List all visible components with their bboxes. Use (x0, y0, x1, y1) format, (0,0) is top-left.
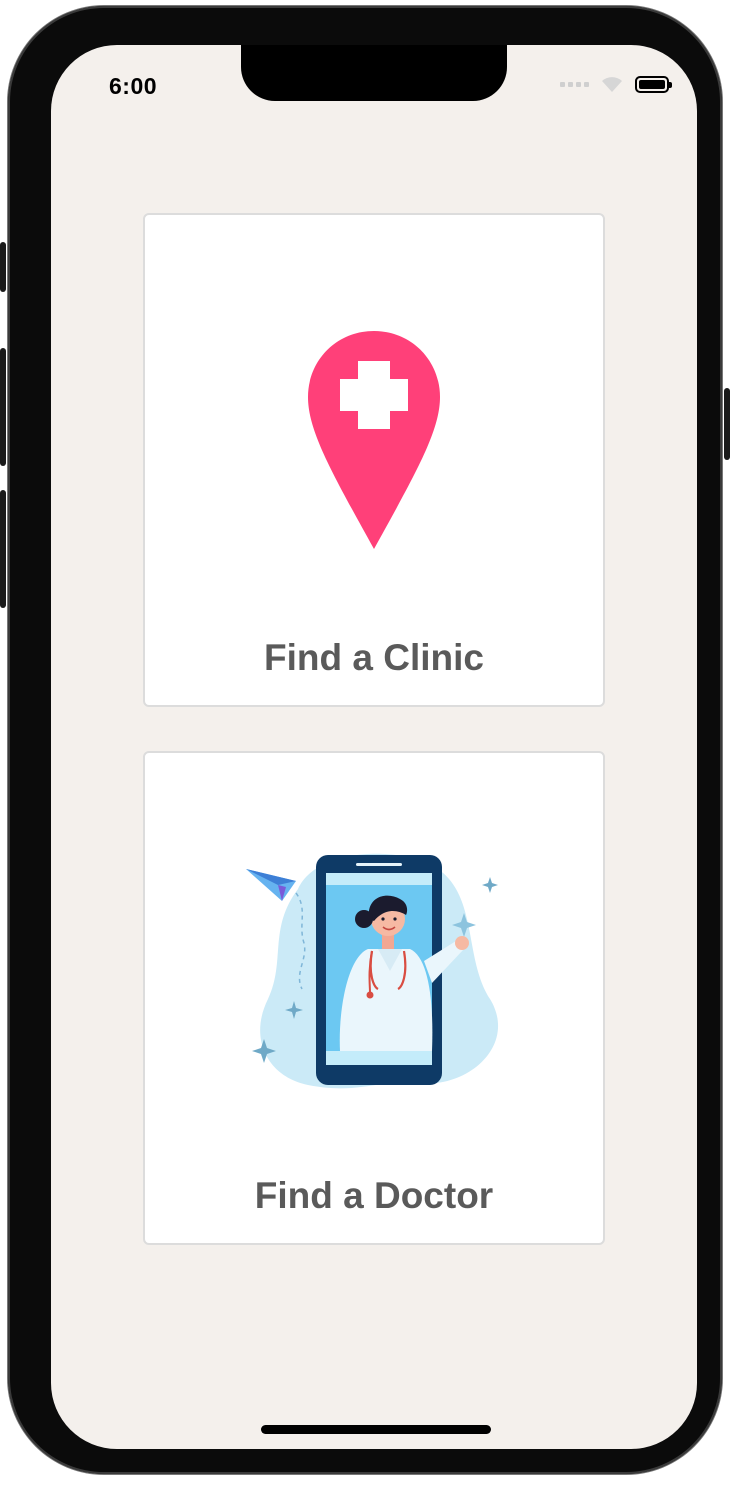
cellular-signal-icon (560, 81, 589, 87)
volume-down-button (0, 490, 6, 608)
map-pin-medical-cross-icon (308, 331, 440, 549)
phone-frame: 6:00 Find a Clinic Find a Doctor (0, 6, 730, 1474)
find-doctor-card[interactable]: Find a Doctor (143, 751, 605, 1245)
status-indicators (560, 75, 672, 93)
volume-up-button (0, 348, 6, 466)
app-screen: 6:00 Find a Clinic Find a Doctor (51, 45, 697, 1449)
home-indicator[interactable] (261, 1425, 491, 1434)
find-clinic-label: Find a Clinic (264, 637, 484, 678)
wifi-icon (602, 77, 622, 92)
doctor-on-phone-illustration (246, 853, 499, 1089)
battery-icon (635, 75, 672, 93)
find-clinic-card[interactable]: Find a Clinic (143, 213, 605, 707)
power-button (724, 388, 730, 460)
notch (241, 45, 507, 101)
status-time: 6:00 (109, 73, 158, 99)
mute-switch (0, 242, 6, 292)
find-doctor-label: Find a Doctor (254, 1175, 494, 1216)
